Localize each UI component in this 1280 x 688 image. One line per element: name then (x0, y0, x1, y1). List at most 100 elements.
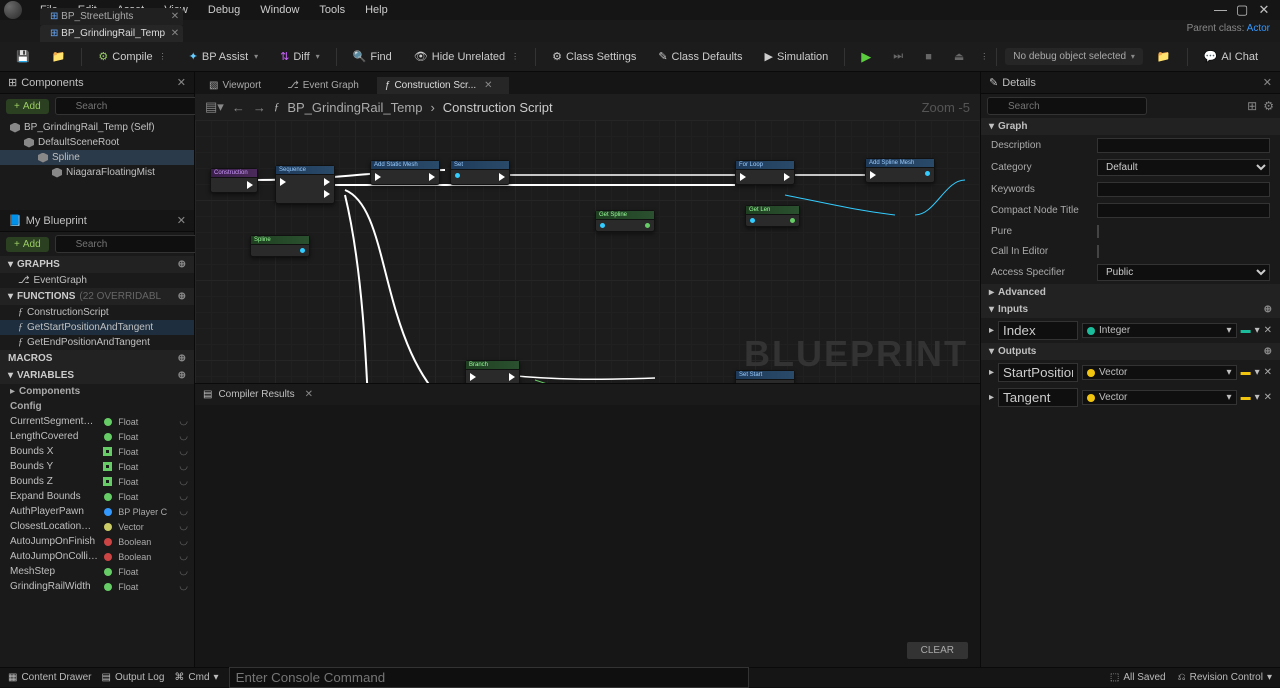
io-type-dropdown[interactable]: Integer ▾ (1082, 323, 1237, 338)
visibility-icon[interactable]: ◡ (179, 431, 188, 442)
breadcrumb-asset[interactable]: BP_GrindingRail_Temp (287, 100, 422, 115)
compact-title-input[interactable] (1097, 203, 1270, 218)
component-item[interactable]: NiagaraFloatingMist (0, 165, 194, 180)
visibility-icon[interactable]: ◡ (179, 416, 188, 427)
parent-class-link[interactable]: Actor (1247, 23, 1270, 34)
blueprint-graph-canvas[interactable]: Construction Sequence Add Static Mesh Se… (195, 120, 980, 383)
variable-row[interactable]: ClosestLocationOnSplinVector◡ (0, 519, 194, 534)
close-icon[interactable]: ✕ (177, 76, 186, 89)
visibility-icon[interactable]: ◡ (179, 581, 188, 592)
stop-button[interactable]: ■ (917, 48, 940, 66)
cmd-dropdown[interactable]: ⌘Cmd ▾ (174, 672, 218, 683)
visibility-icon[interactable]: ◡ (179, 536, 188, 547)
variable-row[interactable]: GrindingRailWidthFloat◡ (0, 579, 194, 594)
component-item[interactable]: DefaultSceneRoot (0, 135, 194, 150)
grid-icon[interactable]: ⊞ (1247, 99, 1257, 113)
window-min-icon[interactable]: — (1214, 2, 1226, 18)
variables-config[interactable]: Config (0, 399, 194, 414)
simulation-button[interactable]: ▶Simulation (756, 47, 836, 66)
variable-row[interactable]: LengthCoveredFloat◡ (0, 429, 194, 444)
io-pill-icon[interactable]: ▬ (1241, 392, 1251, 403)
io-pill-icon[interactable]: ▬ (1241, 367, 1251, 378)
menu-help[interactable]: Help (355, 2, 398, 18)
close-icon[interactable]: ✕ (177, 214, 186, 227)
content-drawer-button[interactable]: ▦Content Drawer (8, 672, 91, 683)
menu-window[interactable]: Window (250, 2, 309, 18)
variable-row[interactable]: Bounds ZFloat◡ (0, 474, 194, 489)
io-name-input[interactable] (998, 363, 1078, 382)
component-item[interactable]: BP_GrindingRail_Temp (Self) (0, 120, 194, 135)
menu-debug[interactable]: Debug (198, 2, 250, 18)
access-specifier-select[interactable]: Public (1097, 264, 1270, 281)
add-component-button[interactable]: + Add (6, 99, 49, 114)
remove-io-button[interactable]: ✕ (1264, 325, 1272, 336)
doc-tab[interactable]: ⊞ BP_GrindingRail_Temp✕ (40, 25, 183, 42)
visibility-icon[interactable]: ◡ (179, 521, 188, 532)
variable-row[interactable]: AuthPlayerPawnBP Player C◡ (0, 504, 194, 519)
function-item[interactable]: ƒ ConstructionScript (0, 305, 194, 320)
window-close-icon[interactable]: ✕ (1258, 2, 1270, 18)
output-log-button[interactable]: ▤Output Log (101, 672, 164, 683)
variable-row[interactable]: Bounds XFloat◡ (0, 444, 194, 459)
graph-category[interactable]: ▾ Graph (981, 118, 1280, 135)
visibility-icon[interactable]: ◡ (179, 506, 188, 517)
graphs-category[interactable]: ▾ GRAPHS⊕ (0, 256, 194, 273)
nav-back-button[interactable]: ← (232, 100, 245, 115)
variable-row[interactable]: Bounds YFloat◡ (0, 459, 194, 474)
eject-button[interactable]: ⏏ (946, 47, 972, 66)
nav-forward-button[interactable]: → (253, 100, 266, 115)
editor-tab[interactable]: ƒConstruction Scr...✕ (377, 77, 509, 94)
close-icon[interactable]: ✕ (484, 80, 492, 91)
functions-category[interactable]: ▾ FUNCTIONS (22 OVERRIDABL⊕ (0, 288, 194, 305)
history-dropdown[interactable]: ▤▾ (205, 99, 224, 115)
editor-tab[interactable]: ▧Viewport (201, 77, 277, 94)
debug-object-dropdown[interactable]: No debug object selected ▾ (1005, 48, 1143, 65)
my-blueprint-tab[interactable]: 📘 My Blueprint ✕ (0, 210, 194, 232)
details-search-input[interactable] (987, 97, 1147, 115)
variables-components[interactable]: ▸ Components (0, 384, 194, 399)
io-name-input[interactable] (998, 321, 1078, 340)
macros-category[interactable]: MACROS⊕ (0, 350, 194, 367)
step-button[interactable]: ⏭ (885, 47, 911, 66)
variable-row[interactable]: AutoJumpOnFinishBoolean◡ (0, 534, 194, 549)
components-search-input[interactable] (55, 97, 215, 115)
function-item[interactable]: ƒ GetEndPositionAndTangent (0, 335, 194, 350)
visibility-icon[interactable]: ◡ (179, 446, 188, 457)
clear-button[interactable]: CLEAR (907, 642, 968, 659)
class-defaults-button[interactable]: ✎Class Defaults (650, 47, 750, 66)
remove-io-button[interactable]: ✕ (1264, 367, 1272, 378)
call-in-editor-checkbox[interactable] (1097, 245, 1099, 258)
menu-tools[interactable]: Tools (309, 2, 355, 18)
find-button[interactable]: 🔍Find (345, 47, 400, 66)
browse-button[interactable]: 📁 (44, 47, 74, 66)
visibility-icon[interactable]: ◡ (179, 476, 188, 487)
keywords-input[interactable] (1097, 182, 1270, 197)
pure-checkbox[interactable] (1097, 225, 1099, 238)
advanced-category[interactable]: ▸ Advanced (981, 284, 1280, 301)
blueprint-search-input[interactable] (55, 235, 215, 253)
category-select[interactable]: Default (1097, 159, 1270, 176)
inputs-category[interactable]: ▾ Inputs⊕ (981, 301, 1280, 318)
diff-button[interactable]: ⇅Diff▾ (272, 47, 328, 66)
io-name-input[interactable] (998, 388, 1078, 407)
visibility-icon[interactable]: ◡ (179, 491, 188, 502)
close-icon[interactable]: ✕ (1263, 76, 1272, 89)
save-button[interactable]: 💾 (8, 47, 38, 66)
io-pill-icon[interactable]: ▬ (1241, 325, 1251, 336)
hide-unrelated-button[interactable]: 👁Hide Unrelated⋮ (406, 47, 527, 66)
doc-tab[interactable]: ⊞ BP_StreetLights✕ (40, 8, 183, 25)
add-output-button[interactable]: ⊕ (1264, 346, 1272, 357)
editor-tab[interactable]: ⎇Event Graph (279, 77, 375, 94)
revision-control-button[interactable]: ⎌Revision Control ▾ (1178, 672, 1272, 683)
function-item[interactable]: ƒ GetStartPositionAndTangent (0, 320, 194, 335)
breadcrumb-current[interactable]: Construction Script (443, 100, 553, 115)
visibility-icon[interactable]: ◡ (179, 461, 188, 472)
gear-icon[interactable]: ⚙ (1263, 99, 1274, 113)
close-icon[interactable]: ✕ (305, 389, 313, 400)
compiler-results-tab[interactable]: ▤ Compiler Results ✕ (195, 383, 980, 405)
add-input-button[interactable]: ⊕ (1264, 304, 1272, 315)
component-item[interactable]: Spline (0, 150, 194, 165)
add-blueprint-button[interactable]: + Add (6, 237, 49, 252)
variables-category[interactable]: ▾ VARIABLES⊕ (0, 367, 194, 384)
remove-io-button[interactable]: ✕ (1264, 392, 1272, 403)
